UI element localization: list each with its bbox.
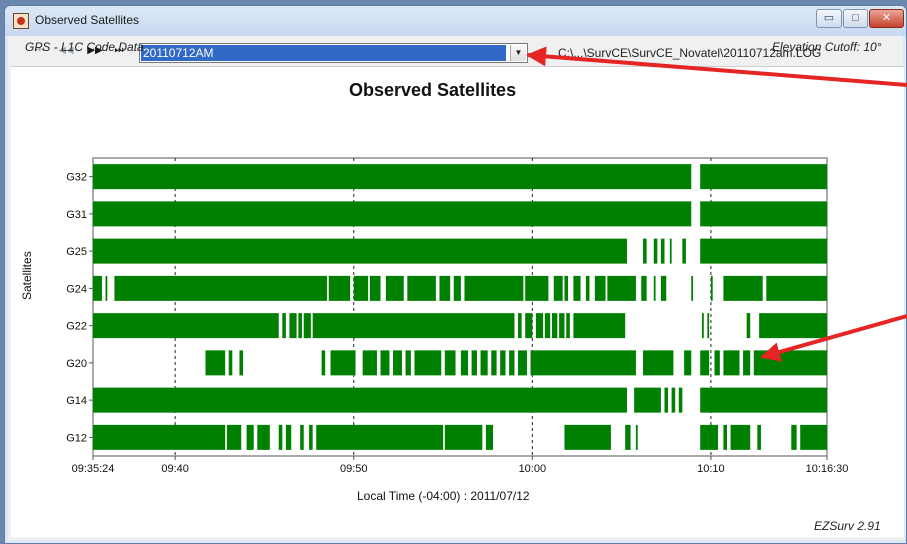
client-area: ⏮ ◀◀ ▶▶ ⏭ 20110712AM ▼ C:\...\SurvCE\Sur… bbox=[8, 36, 904, 540]
minimize-button[interactable]: ▭ bbox=[816, 9, 842, 28]
chevron-down-icon[interactable]: ▼ bbox=[510, 45, 526, 61]
y-axis-label: Satellites bbox=[20, 251, 34, 300]
elevation-cutoff-label: Elevation Cutoff: 10° bbox=[772, 40, 882, 54]
title-bar[interactable]: Observed Satellites ▭ □ ✕ bbox=[5, 6, 906, 36]
session-select[interactable]: 20110712AM ▼ bbox=[139, 43, 528, 63]
code-data-label: GPS - L1C Code Data bbox=[25, 40, 144, 54]
maximize-button[interactable]: □ bbox=[843, 9, 868, 28]
plot-area bbox=[11, 66, 904, 537]
app-icon bbox=[13, 13, 29, 29]
session-select-value[interactable]: 20110712AM bbox=[141, 45, 506, 61]
x-axis-label: Local Time (-04:00) : 2011/07/12 bbox=[357, 489, 530, 503]
version-label: EZSurv 2.91 bbox=[814, 519, 881, 533]
chart-title: Observed Satellites bbox=[349, 80, 517, 100]
window-title: Observed Satellites bbox=[35, 13, 140, 27]
close-button[interactable]: ✕ bbox=[869, 9, 904, 28]
